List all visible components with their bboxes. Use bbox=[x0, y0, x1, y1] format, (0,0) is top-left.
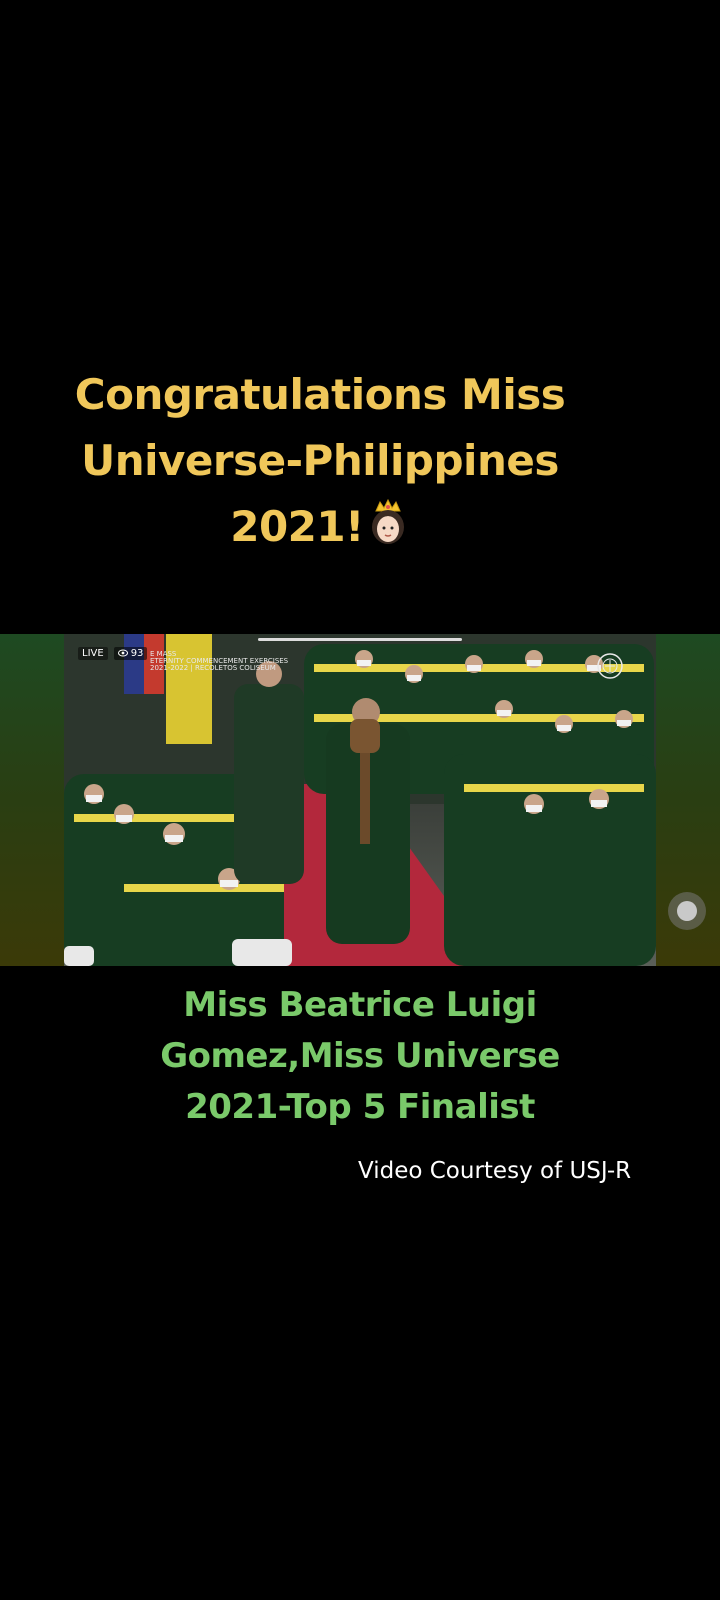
headline: Congratulations Miss Universe-Philippine… bbox=[40, 362, 600, 560]
video-player[interactable] bbox=[64, 634, 656, 966]
video-band bbox=[0, 634, 720, 966]
school-seal-icon bbox=[597, 653, 623, 679]
video-credit: Video Courtesy of USJ-R bbox=[358, 1158, 632, 1184]
video-scene-graduation bbox=[64, 634, 656, 966]
finalist-caption: Miss Beatrice Luigi Gomez,Miss Universe … bbox=[120, 980, 600, 1133]
headline-year: 2021! bbox=[230, 502, 364, 551]
view-count-number: 93 bbox=[130, 647, 144, 659]
finalist-caption-line-2: Gomez,Miss Universe bbox=[160, 1036, 560, 1076]
finalist-caption-line-1: Miss Beatrice Luigi bbox=[183, 985, 537, 1025]
live-indicator: LIVE 93 bbox=[78, 645, 148, 661]
event-caption-line-3: 2021-2022 | RECOLETOS COLISEUM bbox=[150, 664, 276, 672]
headline-line-1: Congratulations Miss bbox=[74, 370, 566, 419]
video-progress-bar bbox=[258, 638, 462, 641]
finalist-caption-line-3: 2021-Top 5 Finalist bbox=[185, 1087, 535, 1127]
headline-line-3: 2021! bbox=[40, 494, 600, 560]
live-label: LIVE bbox=[78, 646, 108, 660]
headline-line-2: Universe-Philippines bbox=[81, 436, 559, 485]
princess-crown-icon bbox=[371, 499, 404, 544]
eye-icon bbox=[117, 649, 128, 657]
event-caption: E MASS ETERNITY COMMENCEMENT EXERCISES 2… bbox=[150, 651, 288, 672]
floating-assistive-button[interactable] bbox=[668, 892, 706, 930]
view-count: 93 bbox=[113, 646, 148, 660]
